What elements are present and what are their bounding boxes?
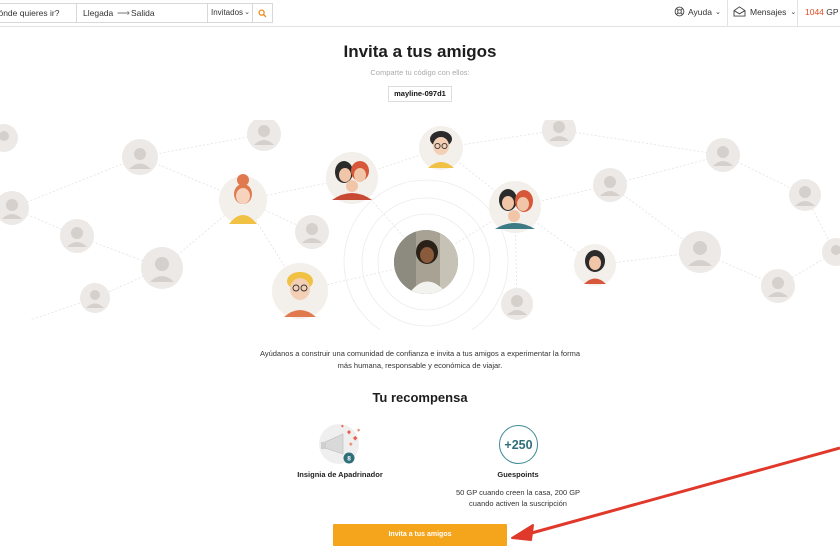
lifebuoy-icon — [674, 6, 685, 17]
messages-menu[interactable]: Mensajes ⌄ — [733, 6, 796, 17]
chevron-down-icon: ⌄ — [714, 8, 721, 16]
messages-label: Mensajes — [750, 6, 787, 17]
page-title: Invita a tus amigos — [343, 42, 497, 61]
checkin-field[interactable]: Llegada — [83, 4, 113, 22]
date-range-picker[interactable]: Llegada ⟶ Salida — [77, 3, 208, 23]
guests-label: Invitados — [211, 8, 244, 17]
description-line: Ayúdanos a construir una comunidad de co… — [259, 349, 581, 358]
checkout-field[interactable]: Salida — [131, 4, 155, 22]
share-code-subtitle: Comparte tu código con ellos: — [370, 68, 470, 77]
guespoints-desc-line: cuando activen la suscripción — [469, 499, 567, 508]
megaphone-badge-icon: 8 — [319, 424, 361, 464]
invite-friends-button[interactable]: Invita a tus amigos — [333, 524, 507, 546]
search-button[interactable] — [253, 3, 273, 23]
description-line: más humana, responsable y económica de v… — [337, 360, 503, 370]
guestpoints-menu[interactable]: 1044 GP ⌄ — [805, 7, 840, 17]
chevron-down-icon: ⌄ — [790, 8, 797, 16]
reward-title: Tu recompensa — [372, 390, 468, 405]
points-value: 1044 — [805, 7, 824, 17]
help-menu[interactable]: Ayuda ⌄ — [674, 6, 721, 17]
center-user-photo — [394, 230, 458, 294]
referral-code[interactable]: mayline-097d1 — [388, 86, 452, 102]
guests-dropdown[interactable]: Invitados ⌄ — [208, 3, 253, 23]
badge-count: 8 — [347, 455, 351, 462]
points-amount: +250 — [504, 437, 533, 452]
invite-description: Ayúdanos a construir una comunidad de co… — [220, 348, 620, 371]
destination-placeholder: ¿A dónde quieres ir? — [0, 8, 60, 18]
arrow-right-icon: ⟶ — [117, 8, 130, 18]
destination-search-input[interactable]: ¿A dónde quieres ir? — [0, 3, 77, 23]
help-label: Ayuda — [688, 6, 712, 17]
guespoints-desc-line: 50 GP cuando creen la casa, 200 GP — [455, 488, 581, 497]
guespoints-label: Guespoints — [497, 470, 539, 479]
guespoints-description: 50 GP cuando creen la casa, 200 GP cuand… — [440, 487, 596, 509]
community-network-illustration — [0, 120, 840, 330]
illustrated-avatars — [219, 126, 616, 319]
guespoints-badge: +250 — [499, 425, 538, 464]
badge-label: Insignia de Apadrinador — [297, 470, 383, 479]
search-icon — [258, 8, 267, 17]
envelope-icon — [733, 6, 746, 17]
top-navigation-bar: ¿A dónde quieres ir? Llegada ⟶ Salida In… — [0, 0, 840, 27]
divider — [727, 0, 728, 27]
chevron-down-icon: ⌄ — [244, 9, 250, 16]
divider — [797, 0, 798, 27]
points-unit: GP — [826, 7, 839, 17]
